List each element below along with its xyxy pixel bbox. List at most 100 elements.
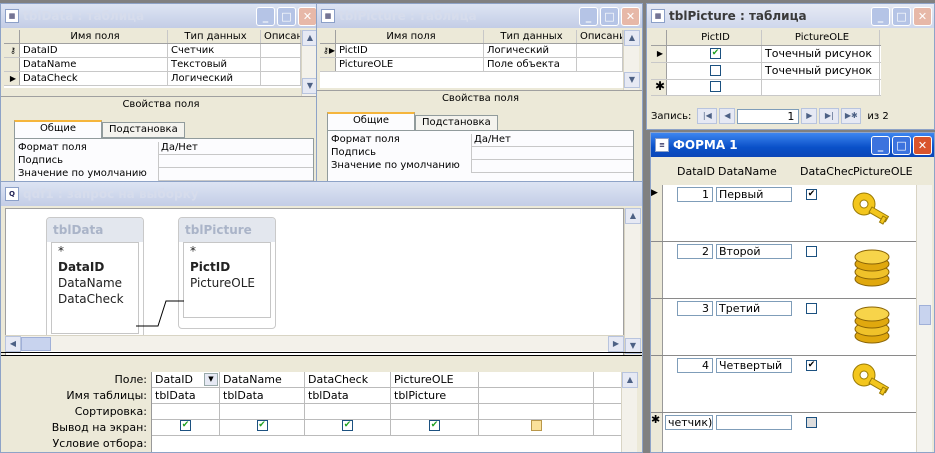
field-name[interactable]: PictureOLE [336, 58, 484, 71]
field-type[interactable]: Поле объекта [484, 58, 577, 71]
field-row[interactable]: ⚷ DataID Счетчик [4, 44, 301, 58]
record-selector[interactable] [651, 299, 663, 355]
next-record-icon[interactable]: ▶ [801, 108, 818, 124]
maximize-button[interactable]: □ [892, 135, 911, 155]
form-titlebar[interactable]: ≡ ФОРМА 1 _ □ ✕ [651, 133, 934, 157]
new-record-row[interactable]: ✱ [651, 80, 881, 96]
qbe-sort-cell[interactable] [479, 404, 594, 419]
form-record[interactable]: 2 Второй [651, 242, 916, 299]
pictid-checkbox[interactable]: ✔ [710, 47, 721, 59]
grid-scrollbar[interactable]: ▲ ▼ [623, 30, 640, 90]
field-name[interactable]: DataName [20, 58, 168, 71]
minimize-button[interactable]: _ [871, 6, 890, 26]
qbe-field-cell[interactable]: DataID ▼ [152, 372, 220, 387]
dropdown-arrow-icon[interactable]: ▼ [204, 373, 218, 386]
scroll-right-icon[interactable]: ▶ [608, 336, 624, 352]
field-name[interactable]: PictID [336, 44, 484, 57]
col-header-pictureole[interactable]: PictureOLE [762, 30, 880, 45]
dataname-field[interactable]: Четвертый [716, 358, 792, 373]
form-scrollbar[interactable] [916, 185, 932, 452]
first-record-icon[interactable]: |◀ [697, 108, 718, 124]
dataid-field[interactable]: 2 [677, 244, 713, 259]
tbldata-titlebar[interactable]: ▦ tblData : таблица _ □ ✕ [1, 4, 319, 28]
field-row[interactable]: PictureOLE Поле объекта [320, 58, 623, 72]
field-name[interactable]: DataCheck [20, 72, 168, 85]
coins-icon[interactable] [850, 303, 898, 351]
qbe-field-cell[interactable]: DataName [220, 372, 305, 387]
qbe-table-cell[interactable]: tblPicture [391, 388, 479, 403]
datacheck-checkbox[interactable] [806, 303, 817, 314]
prop-value[interactable]: Да/Нет [471, 134, 633, 147]
show-checkbox[interactable]: ✔ [256, 420, 268, 431]
maximize-button[interactable]: □ [600, 6, 619, 26]
scroll-left-icon[interactable]: ◀ [5, 336, 21, 352]
record-selector[interactable] [651, 356, 663, 412]
field-name[interactable]: DataID [20, 44, 168, 57]
tab-general[interactable]: Общие [327, 112, 415, 130]
tab-lookup[interactable]: Подстановка [102, 122, 185, 138]
show-checkbox[interactable] [530, 420, 542, 431]
scroll-down-icon[interactable]: ▼ [624, 72, 640, 88]
field-type[interactable]: Текстовый [168, 58, 261, 71]
close-button[interactable]: ✕ [621, 6, 640, 26]
minimize-button[interactable]: _ [871, 135, 890, 155]
qbe-table-cell[interactable] [479, 388, 594, 403]
qbe-scrollbar[interactable]: ▲ [621, 372, 638, 452]
close-button[interactable]: ✕ [913, 6, 932, 26]
record-selector[interactable]: ▶ [651, 185, 663, 241]
dataname-field[interactable]: Третий [716, 301, 792, 316]
qbe-sort-cell[interactable] [305, 404, 391, 419]
qbe-table-cell[interactable]: tblData [220, 388, 305, 403]
qbe-sort-cell[interactable] [220, 404, 305, 419]
dataname-field[interactable]: Второй [716, 244, 792, 259]
tblpicture-titlebar[interactable]: ▦ tblPicture : таблица _ □ ✕ [317, 4, 642, 28]
minimize-button[interactable]: _ [256, 6, 275, 26]
datacheck-new-checkbox[interactable] [806, 417, 817, 428]
qbe-table-cell[interactable]: tblData [152, 388, 220, 403]
tab-general[interactable]: Общие [14, 120, 102, 138]
new-record-nav-icon[interactable]: ▶✱ [841, 108, 862, 124]
hscroll[interactable]: ◀ ▶ [5, 335, 624, 352]
show-checkbox[interactable]: ✔ [429, 420, 440, 431]
field-row[interactable]: ⚷▶ PictID Логический [320, 44, 623, 58]
prop-value[interactable] [158, 168, 313, 181]
query-titlebar[interactable]: Q qdf1 : запрос на выборку [1, 182, 642, 206]
qbe-field-cell[interactable]: PictureOLE [391, 372, 479, 387]
qbe-table-cell[interactable]: tblData [305, 388, 391, 403]
dataname-field[interactable]: Первый [716, 187, 792, 202]
scroll-up-icon[interactable]: ▲ [624, 30, 640, 46]
pictid-checkbox[interactable] [710, 80, 721, 92]
record-number-input[interactable]: 1 [737, 108, 800, 124]
field-type[interactable]: Логический [168, 72, 261, 85]
table-area-scrollbar[interactable]: ▲ ▼ [624, 208, 641, 356]
dataid-field[interactable]: 3 [677, 301, 713, 316]
qbe-sort-cell[interactable] [391, 404, 479, 419]
maximize-button[interactable]: □ [892, 6, 911, 26]
new-form-record[interactable]: ✱ четчик) [651, 413, 916, 452]
prev-record-icon[interactable]: ◀ [719, 108, 736, 124]
qbe-sort-cell[interactable] [152, 404, 220, 419]
dataid-new-field[interactable]: четчик) [665, 415, 713, 430]
dataid-field[interactable]: 4 [677, 358, 713, 373]
datacheck-checkbox[interactable] [806, 246, 817, 257]
table-row[interactable]: Точечный рисунок [651, 63, 881, 80]
pictid-checkbox[interactable] [710, 64, 721, 76]
prop-value[interactable] [471, 160, 633, 173]
form-record[interactable]: ▶ 1 Первый ✔ [651, 185, 916, 242]
close-button[interactable]: ✕ [298, 6, 317, 26]
field-row[interactable]: ▶ DataCheck Логический [4, 72, 301, 86]
field-type[interactable]: Логический [484, 44, 577, 57]
record-selector[interactable] [651, 242, 663, 298]
ole-value[interactable]: Точечный рисунок [762, 46, 880, 62]
prop-value[interactable]: Да/Нет [158, 142, 313, 155]
col-header-pictid[interactable]: PictID [667, 30, 762, 45]
dataname-new-field[interactable] [716, 415, 792, 430]
scroll-up-icon[interactable]: ▲ [625, 208, 641, 224]
field-row[interactable]: DataName Текстовый [4, 58, 301, 72]
dataid-field[interactable]: 1 [677, 187, 713, 202]
minimize-button[interactable]: _ [579, 6, 598, 26]
tblpicture-datasheet-titlebar[interactable]: ▦ tblPicture : таблица _ □ ✕ [647, 4, 934, 28]
grid-scrollbar[interactable]: ▲ ▼ [301, 30, 318, 96]
qbe-field-cell[interactable] [479, 372, 594, 387]
qbe-field-cell[interactable]: DataCheck [305, 372, 391, 387]
